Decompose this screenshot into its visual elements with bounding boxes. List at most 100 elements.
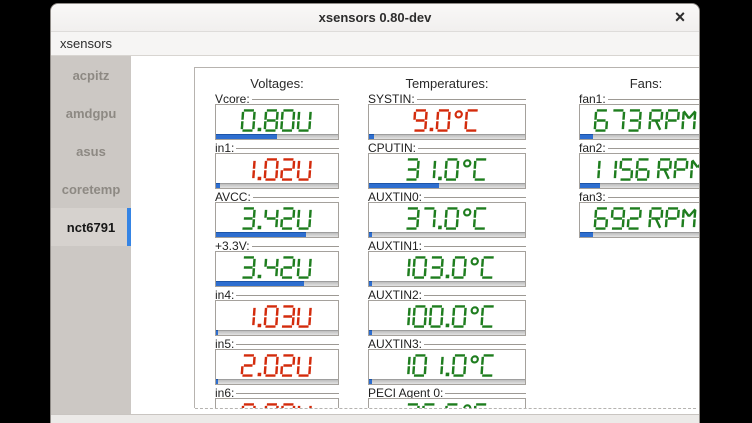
sensor-panel: Voltages: Temperatures: Fans: Vcore: in1… xyxy=(131,56,699,423)
lcd-display xyxy=(368,153,526,189)
screen: xsensors 0.80-dev × xsensors acpitz amdg… xyxy=(0,0,752,423)
lcd-value xyxy=(369,207,525,230)
label-rule xyxy=(424,246,526,247)
sensor-label-row: PECI Agent 0: xyxy=(368,387,526,398)
label-rule xyxy=(253,197,339,198)
tab-amdgpu[interactable]: amdgpu xyxy=(51,94,131,132)
sensor-auxtin1: AUXTIN1: xyxy=(368,240,526,287)
label-rule xyxy=(608,197,699,198)
lcd-value xyxy=(216,354,338,377)
label-rule xyxy=(424,295,526,296)
label-rule xyxy=(445,393,526,394)
sensor-label-row: in5: xyxy=(215,338,339,349)
progress-track xyxy=(216,379,338,384)
lcd-display xyxy=(368,104,526,140)
progress-track xyxy=(580,134,699,139)
lcd-value xyxy=(216,207,338,230)
lcd-display xyxy=(215,251,339,287)
label-rule xyxy=(236,393,339,394)
label-rule xyxy=(252,99,339,100)
tab-acpitz[interactable]: acpitz xyxy=(51,56,131,94)
sensor-label-row: SYSTIN: xyxy=(368,93,526,104)
progress-fill xyxy=(369,232,372,237)
scroll-viewport[interactable]: Voltages: Temperatures: Fans: Vcore: in1… xyxy=(181,56,699,408)
progress-track xyxy=(369,281,525,286)
sensor-systin: SYSTIN: xyxy=(368,93,526,140)
sensor-label-row: in1: xyxy=(215,142,339,153)
column-header-fans: Fans: xyxy=(579,76,699,91)
tab-label: nct6791 xyxy=(67,220,115,235)
progress-track xyxy=(580,232,699,237)
xsensors-window: xsensors 0.80-dev × xsensors acpitz amdg… xyxy=(50,3,700,423)
lcd-display xyxy=(368,300,526,336)
sensor-peci-agent-0: PECI Agent 0: xyxy=(368,387,526,408)
lcd-value xyxy=(369,354,525,377)
sensor-cputin: CPUTIN: xyxy=(368,142,526,189)
lcd-display xyxy=(368,349,526,385)
sensor-auxtin2: AUXTIN2: xyxy=(368,289,526,336)
progress-fill xyxy=(216,183,220,188)
sensor-in6: in6: xyxy=(215,387,339,408)
lcd-value xyxy=(216,305,338,328)
progress-fill xyxy=(216,232,306,237)
label-rule xyxy=(424,344,526,345)
lcd-value xyxy=(216,158,338,181)
progress-fill xyxy=(369,379,372,384)
label-rule xyxy=(236,148,339,149)
lcd-value xyxy=(369,256,525,279)
titlebar[interactable]: xsensors 0.80-dev × xyxy=(51,4,699,32)
lcd-display xyxy=(368,202,526,238)
lcd-value xyxy=(580,109,699,132)
progress-track xyxy=(369,134,525,139)
lcd-display xyxy=(368,251,526,287)
menu-xsensors[interactable]: xsensors xyxy=(51,32,121,55)
progress-track xyxy=(216,134,338,139)
sensor-in1: in1: xyxy=(215,142,339,189)
progress-track xyxy=(369,379,525,384)
lcd-value xyxy=(580,207,699,230)
progress-fill xyxy=(580,232,593,237)
sensor-label-row: fan1: xyxy=(579,93,699,104)
sensor-vcore: Vcore: xyxy=(215,93,339,140)
sensor-label-row: Vcore: xyxy=(215,93,339,104)
sensor-label-row: AUXTIN1: xyxy=(368,240,526,251)
sensor-label-row: +3.3V: xyxy=(215,240,339,251)
sensor-chip-tabs: acpitz amdgpu asus coretemp nct6791 xyxy=(51,56,131,423)
progress-fill xyxy=(369,281,372,286)
label-rule xyxy=(417,99,526,100)
sensor-in5: in5: xyxy=(215,338,339,385)
sensor-auxtin0: AUXTIN0: xyxy=(368,191,526,238)
lcd-value xyxy=(369,158,525,181)
progress-fill xyxy=(216,379,218,384)
lcd-display xyxy=(579,153,699,189)
lcd-display xyxy=(215,398,339,408)
progress-fill xyxy=(216,330,218,335)
label-rule xyxy=(608,148,699,149)
tab-asus[interactable]: asus xyxy=(51,132,131,170)
lcd-value xyxy=(580,158,699,181)
sensor-avcc: AVCC: xyxy=(215,191,339,238)
sensor-label-row: in6: xyxy=(215,387,339,398)
label-rule xyxy=(252,246,339,247)
tab-nct6791[interactable]: nct6791 xyxy=(51,208,131,246)
progress-track xyxy=(580,183,699,188)
sensor-label-row: AUXTIN3: xyxy=(368,338,526,349)
sensor-3v3: +3.3V: xyxy=(215,240,339,287)
tab-label: amdgpu xyxy=(66,106,117,121)
progress-track xyxy=(369,232,525,237)
close-button[interactable]: × xyxy=(665,4,695,31)
sensor-fan3: fan3: xyxy=(579,191,699,238)
tab-label: asus xyxy=(76,144,106,159)
sensor-label-row: AVCC: xyxy=(215,191,339,202)
label-rule xyxy=(236,295,339,296)
tab-coretemp[interactable]: coretemp xyxy=(51,170,131,208)
lcd-value xyxy=(216,109,338,132)
progress-fill xyxy=(580,183,600,188)
progress-fill xyxy=(580,134,593,139)
lcd-value xyxy=(216,256,338,279)
lcd-display xyxy=(215,202,339,238)
progress-track xyxy=(216,232,338,237)
sensor-fan2: fan2: xyxy=(579,142,699,189)
sensor-label-row: AUXTIN2: xyxy=(368,289,526,300)
progress-track xyxy=(216,281,338,286)
